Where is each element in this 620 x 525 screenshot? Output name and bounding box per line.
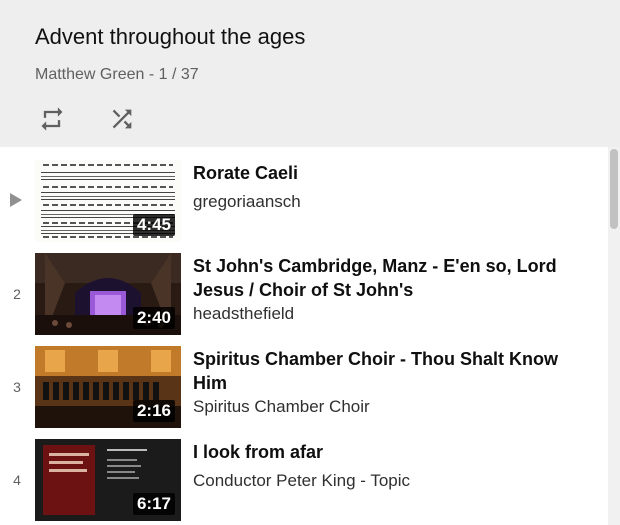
video-title[interactable]: Spiritus Chamber Choir - Thou Shalt Know…: [193, 347, 593, 395]
video-channel: Spiritus Chamber Choir: [193, 397, 370, 416]
video-channel: gregoriaansch: [193, 192, 301, 211]
playlist-item[interactable]: 4:45 Rorate Caeli gregoriaansch: [0, 147, 608, 242]
loop-button[interactable]: [36, 103, 68, 135]
video-thumbnail[interactable]: 2:16: [35, 346, 181, 428]
playlist-position: 1 / 37: [158, 66, 199, 83]
video-title[interactable]: Rorate Caeli: [193, 161, 593, 185]
video-duration: 2:40: [132, 307, 175, 329]
playlist-title[interactable]: Advent throughout the ages: [35, 24, 305, 50]
shuffle-icon: [112, 109, 132, 129]
playlist-item[interactable]: 2 2:40 St John's Cambridge, Manz - E'en …: [0, 240, 608, 335]
video-thumbnail[interactable]: 6:17: [35, 439, 181, 521]
playlist-owner[interactable]: Matthew Green: [35, 66, 144, 83]
video-title[interactable]: I look from afar: [193, 440, 593, 464]
scrollbar[interactable]: [608, 147, 620, 525]
playlist-item[interactable]: 3 2:16 Spiritus Chamber Choir - Thou Sha…: [0, 333, 608, 428]
video-channel: headsthefield: [193, 304, 295, 323]
video-channel: Conductor Peter King - Topic: [193, 471, 411, 490]
shuffle-button[interactable]: [106, 103, 138, 135]
item-index: 4: [13, 472, 21, 488]
playlist-items: 4:45 Rorate Caeli gregoriaansch 2 2:40 S…: [0, 147, 608, 525]
playlist-header: Advent throughout the ages Matthew Green…: [0, 0, 620, 147]
playlist-item[interactable]: 4 6:17 I look from afar Conductor Peter …: [0, 426, 608, 521]
video-thumbnail[interactable]: 2:40: [35, 253, 181, 335]
item-index: 2: [13, 286, 21, 302]
now-playing-icon: [10, 193, 22, 207]
video-duration: 6:17: [132, 493, 175, 515]
video-duration: 4:45: [132, 214, 175, 236]
video-duration: 2:16: [132, 400, 175, 422]
playlist-meta: Matthew Green - 1 / 37: [35, 66, 199, 84]
video-thumbnail[interactable]: 4:45: [35, 160, 181, 242]
loop-icon: [41, 107, 63, 131]
item-index: 3: [13, 379, 21, 395]
video-title[interactable]: St John's Cambridge, Manz - E'en so, Lor…: [193, 254, 593, 302]
meta-separator: -: [144, 66, 159, 83]
scrollbar-thumb[interactable]: [610, 149, 618, 229]
